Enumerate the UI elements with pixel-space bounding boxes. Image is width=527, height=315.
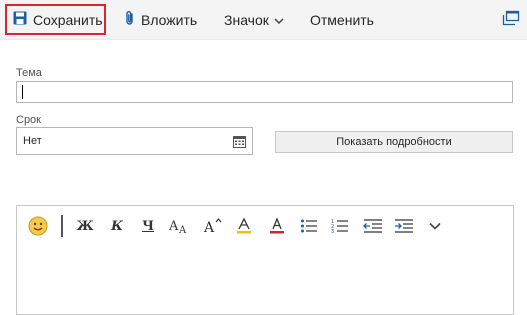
underline-icon[interactable]: Ч: [140, 215, 156, 237]
due-label: Срок: [16, 114, 41, 126]
increase-indent-icon[interactable]: [394, 215, 414, 237]
calendar-icon[interactable]: [233, 135, 246, 153]
more-options-icon[interactable]: [428, 215, 442, 237]
highlight-icon[interactable]: [235, 215, 253, 237]
due-date-input[interactable]: Нет: [16, 127, 253, 155]
grow-font-icon[interactable]: A: [204, 215, 222, 237]
numbering-icon[interactable]: 123: [331, 215, 349, 237]
popout-icon: [502, 10, 520, 29]
chevron-down-icon: [274, 12, 284, 28]
svg-text:A: A: [178, 225, 187, 235]
bold-icon[interactable]: Ж: [76, 215, 93, 237]
save-label: Сохранить: [33, 11, 103, 28]
badge-dropdown[interactable]: Значок: [224, 0, 284, 39]
cancel-label: Отменить: [310, 11, 374, 28]
paperclip-icon: [125, 10, 135, 29]
attach-label: Вложить: [141, 11, 198, 28]
save-button[interactable]: Сохранить: [5, 4, 106, 35]
text-caret: [22, 85, 23, 99]
subject-label: Тема: [16, 67, 42, 79]
decrease-indent-icon[interactable]: [363, 215, 383, 237]
svg-text:3: 3: [331, 229, 334, 234]
command-bar: Сохранить Вложить Значок Отменить: [0, 0, 527, 40]
subject-input[interactable]: [16, 81, 513, 103]
italic-icon[interactable]: К: [109, 215, 125, 237]
svg-text:A: A: [204, 220, 215, 235]
due-value: Нет: [23, 135, 42, 147]
save-icon: [13, 11, 27, 28]
show-details-label: Показать подробности: [336, 136, 452, 148]
show-details-button[interactable]: Показать подробности: [275, 131, 513, 153]
font-size-icon[interactable]: A A: [169, 215, 191, 237]
attach-button[interactable]: Вложить: [125, 0, 197, 39]
popout-button[interactable]: [500, 0, 522, 39]
format-toolbar: Ж К Ч A A A 1 2 3: [17, 206, 513, 246]
bullets-icon[interactable]: [300, 215, 318, 237]
cancel-button[interactable]: Отменить: [310, 0, 374, 39]
body-editor[interactable]: Ж К Ч A A A 1 2 3: [16, 205, 514, 315]
toolbar-separator: [61, 215, 63, 237]
svg-text:A: A: [169, 219, 179, 234]
font-color-icon[interactable]: [268, 215, 286, 237]
emoji-icon[interactable]: [27, 215, 49, 237]
badge-label: Значок: [224, 11, 269, 28]
